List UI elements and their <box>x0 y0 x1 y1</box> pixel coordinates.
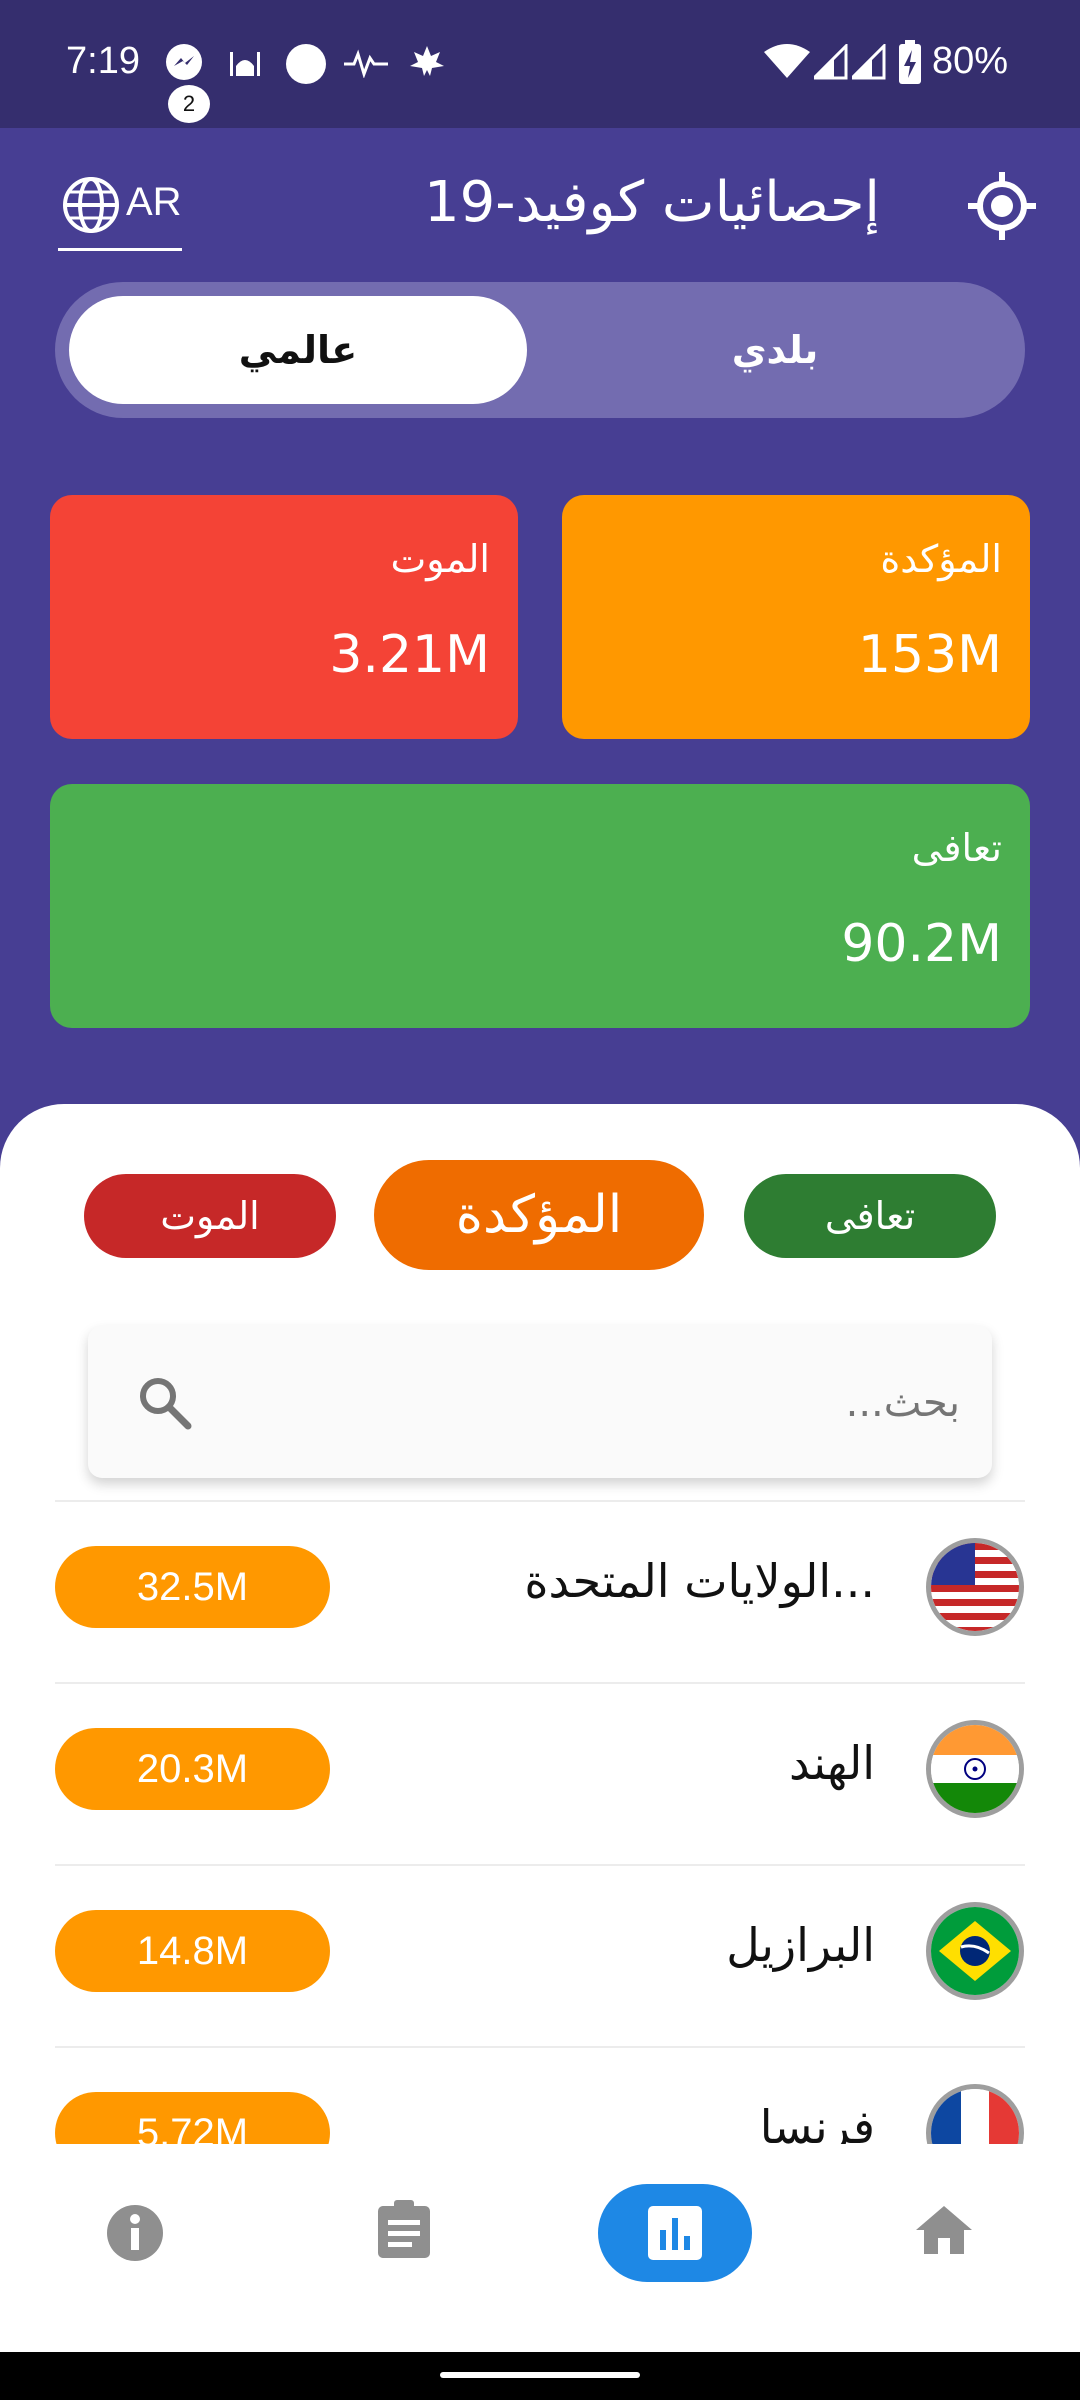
country-count-pill: 20.3M <box>55 1728 330 1810</box>
deaths-card-label: الموت <box>390 537 490 581</box>
country-row[interactable]: 32.5M الولايات المتحدة... <box>0 1532 1080 1680</box>
country-count-pill: 14.8M <box>55 1910 330 1992</box>
maple-leaf-icon <box>410 46 444 76</box>
deaths-card-value: 3.21M <box>329 625 490 685</box>
country-name: البرازيل <box>726 1918 875 1972</box>
country-count-pill: 5.72M <box>55 2092 330 2144</box>
list-divider <box>55 1500 1025 1502</box>
home-gesture-handle[interactable] <box>440 2372 640 2378</box>
country-name: الولايات المتحدة... <box>524 1554 875 1608</box>
search-icon <box>140 1378 192 1430</box>
search-box[interactable] <box>88 1326 992 1478</box>
tab-global[interactable]: عالمي <box>69 296 527 404</box>
bar-chart-icon <box>648 2206 702 2260</box>
signal-icon <box>814 44 848 80</box>
country-name: الهند <box>788 1736 875 1790</box>
page-title: إحصائيات كوفيد-19 <box>424 170 880 235</box>
recovered-card-value: 90.2M <box>841 914 1002 974</box>
country-count-pill: 32.5M <box>55 1546 330 1628</box>
home-icon[interactable] <box>914 2204 974 2256</box>
confirmed-card: المؤكدة 153M <box>562 495 1030 739</box>
india-flag-icon <box>926 1720 1024 1818</box>
brazil-flag-icon <box>926 1902 1024 2000</box>
us-flag-icon <box>926 1538 1024 1636</box>
country-list[interactable]: 32.5M الولايات المتحدة... 20.3M الهند 14… <box>0 1496 1080 2144</box>
country-row[interactable]: 20.3M الهند <box>0 1714 1080 1862</box>
notification-badge: 2 <box>165 82 213 126</box>
confirmed-card-label: المؤكدة <box>880 537 1002 581</box>
filter-recovered-button[interactable]: تعافى <box>744 1174 996 1258</box>
wifi-icon <box>764 44 810 78</box>
confirmed-card-value: 153M <box>857 625 1002 685</box>
filter-deaths-button[interactable]: الموت <box>84 1174 336 1258</box>
country-row[interactable]: 5.72M فرنسا <box>0 2078 1080 2144</box>
system-navigation-bar <box>0 2352 1080 2400</box>
language-label: AR <box>126 180 182 224</box>
status-time: 7:19 <box>66 40 140 82</box>
battery-percent: 80% <box>932 40 1009 82</box>
deaths-card: الموت 3.21M <box>50 495 518 739</box>
status-bar: 7:19 2 80% <box>0 0 1080 128</box>
pulse-icon <box>344 49 388 78</box>
search-input[interactable] <box>218 1362 962 1444</box>
recovered-card: تعافى 90.2M <box>50 784 1030 1028</box>
country-name: فرنسا <box>759 2100 875 2144</box>
scope-toggle: عالمي بلدي <box>55 282 1025 418</box>
bottom-navigation <box>0 2144 1080 2352</box>
tab-local[interactable]: بلدي <box>540 296 1010 404</box>
language-button[interactable]: AR <box>58 172 182 251</box>
filter-confirmed-button[interactable]: المؤكدة <box>374 1160 704 1270</box>
info-icon[interactable] <box>106 2204 164 2262</box>
france-flag-icon <box>926 2084 1024 2144</box>
list-divider <box>55 1682 1025 1684</box>
my-location-icon[interactable] <box>966 170 1038 242</box>
list-divider <box>55 1864 1025 1866</box>
clipboard-icon[interactable] <box>376 2198 432 2260</box>
globe-icon <box>63 177 119 233</box>
list-divider <box>55 2046 1025 2048</box>
signal-icon-2 <box>852 44 886 80</box>
mosque-icon <box>230 52 260 76</box>
nav-stats-button[interactable] <box>598 2184 752 2282</box>
country-row[interactable]: 14.8M البرازيل <box>0 1896 1080 2044</box>
messenger-icon <box>166 44 202 80</box>
recovered-card-label: تعافى <box>911 826 1002 870</box>
battery-charging-icon <box>899 40 921 84</box>
circle-icon <box>286 44 326 84</box>
